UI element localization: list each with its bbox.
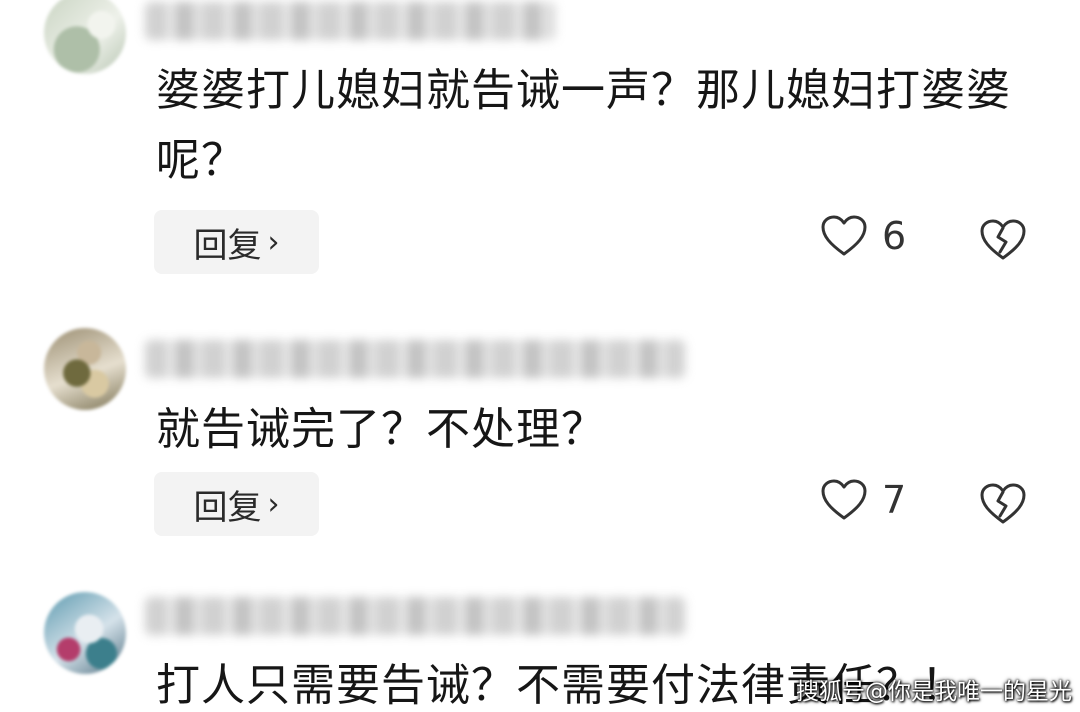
reply-label: 回复: [193, 487, 262, 528]
like-button[interactable]: 6: [820, 214, 906, 258]
broken-heart-icon[interactable]: [978, 218, 1028, 262]
username-blurred: [145, 597, 685, 635]
like-count: 7: [882, 478, 907, 522]
comment-item: 就告诫完了？不处理？ 回复 › 7: [0, 310, 1080, 570]
chevron-right-icon: ›: [267, 224, 280, 260]
heart-outline-icon: [820, 478, 868, 522]
comment-text: 就告诫完了？不处理？: [156, 404, 606, 455]
reply-button[interactable]: 回复 ›: [154, 472, 319, 536]
comment-list-screen: 婆婆打儿媳妇就告诫一声？那儿媳妇打婆婆呢？ 回复 › 6 就告诫完了？不处理？ …: [0, 0, 1080, 712]
username-blurred: [145, 2, 555, 40]
comment-text: 婆婆打儿媳妇就告诫一声？那儿媳妇打婆婆呢？: [156, 65, 1011, 186]
reply-label: 回复: [193, 225, 262, 266]
username-blurred: [145, 340, 685, 378]
avatar[interactable]: [44, 0, 126, 74]
heart-outline-icon: [820, 214, 868, 258]
comment-item: 婆婆打儿媳妇就告诫一声？那儿媳妇打婆婆呢？ 回复 › 6: [0, 0, 1080, 290]
avatar[interactable]: [44, 328, 126, 410]
broken-heart-icon[interactable]: [978, 482, 1028, 526]
watermark: 搜狐号@你是我唯一的星光: [796, 679, 1072, 705]
reply-button[interactable]: 回复 ›: [154, 210, 319, 274]
chevron-right-icon: ›: [267, 486, 280, 522]
like-count: 6: [882, 214, 907, 258]
like-button[interactable]: 7: [820, 478, 906, 522]
avatar[interactable]: [44, 592, 126, 674]
